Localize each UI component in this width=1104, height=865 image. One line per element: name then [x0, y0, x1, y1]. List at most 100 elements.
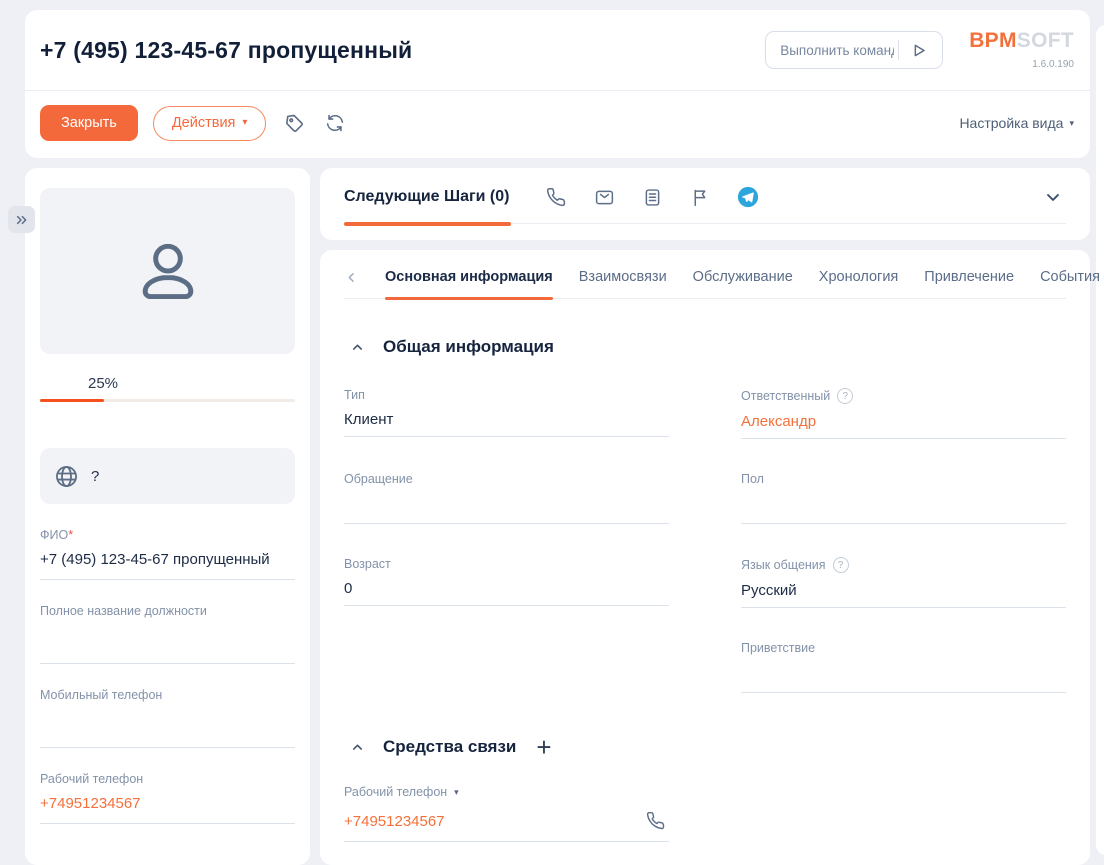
help-icon[interactable]: ? [833, 557, 849, 573]
owner-label: Ответственный [741, 389, 830, 403]
command-input[interactable] [778, 42, 896, 59]
phone-icon [646, 811, 666, 831]
language-value[interactable]: Русский [741, 582, 1066, 608]
communications-title: Средства связи [383, 737, 516, 757]
salutation-label: Обращение [344, 472, 413, 486]
tab-bar: Основная информация Взаимосвязи Обслужив… [344, 269, 1066, 299]
refresh-icon [324, 112, 346, 134]
age-value[interactable]: 0 [344, 580, 669, 606]
next-steps-active-underline [344, 222, 511, 226]
greeting-value[interactable] [741, 664, 1066, 693]
field-owner: Ответственный ? Александр [741, 388, 1066, 439]
profile-panel: 25% ? ФИО* +7 (495) 123-45-67 пропущенны… [25, 168, 310, 865]
add-email-button[interactable] [593, 186, 615, 208]
next-steps-panel: Следующие Шаги (0) [320, 168, 1090, 240]
salutation-value[interactable] [344, 495, 669, 524]
owner-value[interactable]: Александр [741, 413, 1066, 439]
gender-value[interactable] [741, 495, 1066, 524]
globe-icon [53, 463, 80, 490]
next-steps-title: Следующие Шаги (0) [344, 188, 509, 206]
comm-work-phone-value[interactable]: +74951234567 [344, 813, 445, 830]
tab-history[interactable]: Хронология [819, 269, 898, 285]
tab-service[interactable]: Обслуживание [693, 269, 793, 285]
field-mobile-phone: Мобильный телефон [40, 688, 295, 748]
bpmsoft-logo: BPMSOFT 1.6.0.190 [969, 30, 1074, 70]
call-button[interactable] [643, 808, 669, 834]
field-type: Тип Клиент [344, 388, 669, 439]
actions-dropdown[interactable]: Действия ▾ [153, 106, 267, 141]
field-salutation: Обращение [344, 472, 669, 524]
job-title-label: Полное название должности [40, 604, 295, 618]
job-title-value[interactable] [40, 627, 295, 654]
phone-type-dropdown[interactable]: ▾ [454, 787, 459, 798]
field-job-title: Полное название должности [40, 604, 295, 664]
work-phone-label: Рабочий телефон [40, 772, 295, 786]
avatar[interactable] [40, 188, 295, 354]
field-greeting: Приветствие [741, 641, 1066, 693]
actions-label: Действия [172, 115, 236, 131]
caret-down-icon: ▾ [242, 118, 247, 128]
tab-site-events[interactable]: События сайта [1040, 269, 1104, 285]
completeness-label: 25% [88, 375, 295, 392]
profile-progress-fill [40, 399, 104, 402]
gender-label: Пол [741, 472, 764, 486]
age-label: Возраст [344, 557, 391, 571]
add-communication-button[interactable]: + [536, 737, 551, 757]
tab-relationships[interactable]: Взаимосвязи [579, 269, 667, 285]
type-value[interactable]: Клиент [344, 411, 669, 437]
header-panel: +7 (495) 123-45-67 пропущенный BPMSOFT 1… [25, 10, 1090, 158]
field-fio: ФИО* +7 (495) 123-45-67 пропущенный [40, 528, 295, 580]
telegram-button[interactable] [737, 186, 759, 208]
social-media-box[interactable]: ? [40, 448, 295, 504]
required-mark: * [68, 528, 73, 542]
language-label: Язык общения [741, 558, 826, 572]
expand-panel-button[interactable] [8, 206, 35, 233]
page-title: +7 (495) 123-45-67 пропущенный [40, 37, 412, 64]
type-label: Тип [344, 388, 365, 402]
refresh-button[interactable] [322, 110, 348, 136]
tab-main-info[interactable]: Основная информация [385, 269, 553, 285]
collapse-next-steps-button[interactable] [1040, 184, 1066, 210]
fio-value[interactable]: +7 (495) 123-45-67 пропущенный [40, 551, 295, 570]
flag-icon [690, 187, 711, 208]
tab-engagement[interactable]: Привлечение [924, 269, 1014, 285]
command-bar [765, 31, 943, 69]
add-milestone-button[interactable] [689, 186, 711, 208]
chevron-up-icon [350, 340, 365, 355]
collapse-general-info-button[interactable] [344, 334, 370, 360]
fio-label: ФИО [40, 528, 68, 542]
general-info-grid: Тип Клиент Ответственный ? Александр Обр… [344, 388, 1066, 726]
document-icon [642, 187, 663, 208]
add-call-button[interactable] [545, 186, 567, 208]
help-icon[interactable]: ? [837, 388, 853, 404]
work-phone-value[interactable]: +74951234567 [40, 795, 295, 814]
mobile-phone-value[interactable] [40, 711, 295, 738]
tabs-scroll-left-button[interactable] [344, 269, 359, 285]
field-gender: Пол [741, 472, 1066, 524]
tags-button[interactable] [281, 110, 307, 136]
field-age: Возраст 0 [344, 557, 669, 608]
add-task-button[interactable] [641, 186, 663, 208]
close-button[interactable]: Закрыть [40, 105, 138, 141]
person-icon [131, 234, 205, 308]
run-command-button[interactable] [904, 36, 932, 64]
toolbar: Закрыть Действия ▾ Настройка вида ▾ [25, 91, 1090, 141]
detail-panel: Основная информация Взаимосвязи Обслужив… [320, 250, 1090, 865]
general-info-title: Общая информация [383, 337, 554, 357]
general-info-section-header: Общая информация [344, 334, 1066, 360]
view-settings-dropdown[interactable]: Настройка вида ▾ [959, 115, 1074, 131]
social-unknown-label: ? [91, 468, 99, 485]
logo-soft: SOFT [1017, 29, 1074, 52]
collapse-communications-button[interactable] [344, 734, 370, 760]
profile-completeness: 25% [40, 375, 295, 402]
envelope-icon [594, 187, 615, 208]
logo-bpm: BPM [969, 29, 1017, 52]
tag-icon [283, 112, 306, 135]
caret-down-icon: ▾ [1069, 118, 1074, 129]
chevron-left-icon [344, 270, 359, 285]
telegram-icon [737, 185, 759, 209]
double-chevron-right-icon [14, 212, 30, 228]
greeting-label: Приветствие [741, 641, 815, 655]
field-comm-work-phone: Рабочий телефон ▾ +74951234567 [344, 785, 669, 842]
mobile-phone-label: Мобильный телефон [40, 688, 295, 702]
